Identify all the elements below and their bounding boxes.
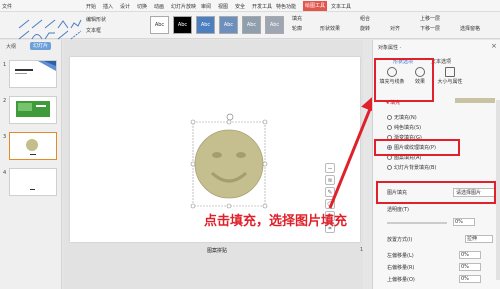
fill-color-preview [455, 98, 495, 103]
offset-top-label: 上偏移量(O) [387, 277, 415, 283]
highlight-fill-tab [374, 58, 434, 102]
option-label: 无填充(N) [394, 115, 417, 121]
size-properties-tab[interactable]: 大小与属性 [437, 67, 463, 85]
size-properties-label: 大小与属性 [437, 79, 463, 85]
radio-icon [387, 125, 392, 130]
option-label: 幻灯片背景填充(B) [394, 165, 437, 171]
close-icon[interactable]: × [491, 42, 497, 50]
transparency-input[interactable]: 0% [453, 218, 475, 226]
tile-mode-label: 放置方式(I) [387, 237, 413, 243]
transparency-label: 透明度(T) [387, 207, 409, 213]
highlight-picture-fill-option [374, 139, 460, 156]
size-icon [445, 67, 455, 77]
offset-left-input[interactable]: 0% [459, 251, 481, 259]
tab-text-options[interactable]: 文本选项 [431, 58, 451, 65]
option-solid-fill[interactable]: 纯色填充(S) [387, 124, 421, 131]
offset-right-label: 右偏移量(R) [387, 265, 415, 271]
radio-icon [387, 165, 392, 170]
offset-top-input[interactable]: 0% [459, 275, 481, 283]
option-no-fill[interactable]: 无填充(N) [387, 114, 417, 121]
highlight-picture-fill-select [376, 181, 496, 204]
radio-icon [387, 115, 392, 120]
offset-left-label: 左偏移量(L) [387, 253, 414, 259]
transparency-slider[interactable] [387, 222, 447, 224]
app-window: 文件 开始 插入 设计 切换 动画 幻灯片放映 审阅 视图 安全 开发工具 特色… [0, 0, 500, 289]
offset-right-input[interactable]: 0% [459, 263, 481, 271]
panel-scrollbar[interactable] [496, 100, 500, 280]
tile-mode-select[interactable]: 拉伸 [465, 235, 493, 243]
option-background-fill[interactable]: 幻灯片背景填充(B) [387, 164, 436, 171]
option-label: 纯色填充(S) [394, 125, 422, 131]
panel-title: 对象属性 · [378, 45, 402, 51]
